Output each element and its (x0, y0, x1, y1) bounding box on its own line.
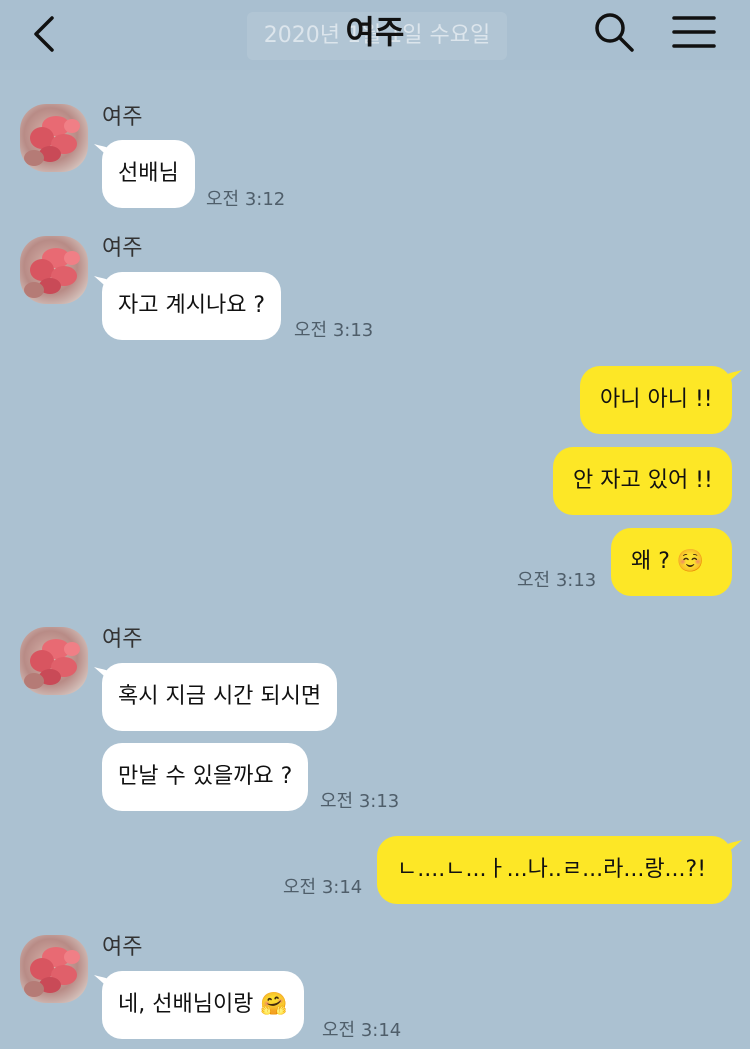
message-timestamp: 오전 3:14 (322, 1020, 402, 1041)
incoming-message-bubble[interactable]: 선배님 (102, 140, 195, 208)
message-timestamp: 오전 3:13 (517, 570, 597, 591)
incoming-message-bubble[interactable]: 만날 수 있을까요 ? (102, 743, 309, 811)
hamburger-menu-icon (672, 16, 716, 48)
outgoing-message-bubble[interactable]: 아니 아니 !! (580, 366, 732, 434)
avatar[interactable] (20, 104, 88, 172)
search-button[interactable] (592, 10, 636, 54)
back-button[interactable] (26, 12, 66, 56)
flower-bouquet-avatar-image (20, 935, 88, 1003)
flower-bouquet-avatar-image (20, 627, 88, 695)
sender-name: 여주 (102, 236, 143, 261)
outgoing-message-bubble[interactable]: 안 자고 있어 !! (553, 447, 732, 515)
flower-bouquet-avatar-image (20, 236, 88, 304)
incoming-message-bubble[interactable]: 자고 계시나요 ? (102, 272, 282, 340)
flower-bouquet-avatar-image (20, 104, 88, 172)
avatar[interactable] (20, 236, 88, 304)
outgoing-message-bubble[interactable]: ㄴ....ㄴ...ㅏ...나..ㄹ...라...랑...?! (377, 836, 732, 904)
message-timestamp: 오전 3:12 (206, 189, 286, 210)
chat-title: 여주 (345, 13, 405, 51)
sender-name: 여주 (102, 935, 143, 960)
chevron-left-icon (34, 16, 54, 52)
sender-name: 여주 (102, 105, 143, 130)
outgoing-message-bubble[interactable]: 왜 ? ☺️ (611, 528, 732, 596)
avatar[interactable] (20, 627, 88, 695)
chat-header: 2020년 1월 1일 수요일 여주 (0, 0, 750, 70)
message-timestamp: 오전 3:13 (294, 320, 374, 341)
avatar[interactable] (20, 935, 88, 1003)
sender-name: 여주 (102, 627, 143, 652)
incoming-message-bubble[interactable]: 네, 선배님이랑 🤗 (102, 971, 304, 1039)
message-timestamp: 오전 3:14 (283, 877, 363, 898)
message-timestamp: 오전 3:13 (320, 791, 400, 812)
search-icon (595, 13, 634, 52)
incoming-message-bubble[interactable]: 혹시 지금 시간 되시면 (102, 663, 338, 731)
menu-button[interactable] (670, 12, 718, 52)
